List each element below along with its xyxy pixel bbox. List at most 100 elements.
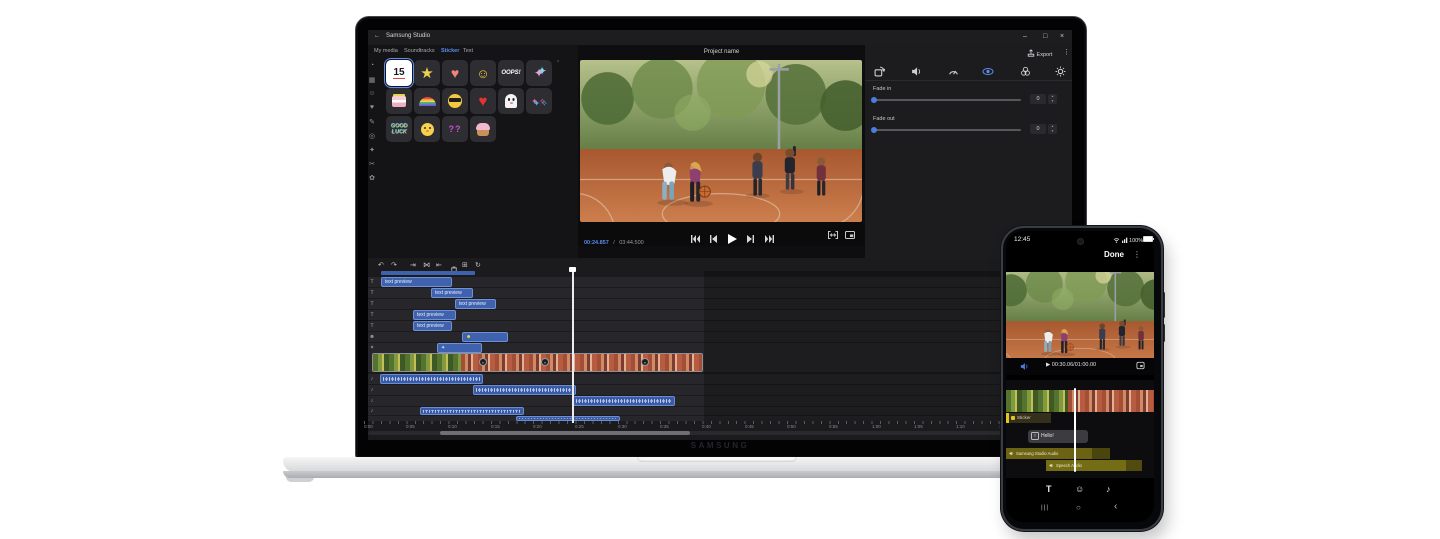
text-clip[interactable]: text preview [413, 321, 452, 331]
transition-icon[interactable]: ‹› [541, 358, 549, 366]
trim-right-icon[interactable]: ⇤ [436, 261, 442, 269]
transform-tool-icon[interactable] [872, 64, 886, 76]
project-name[interactable]: Project name [578, 49, 865, 55]
adjust-tool-icon[interactable] [1053, 64, 1067, 76]
category-shapes-icon[interactable]: ◎ [366, 132, 378, 140]
fade-in-slider-thumb[interactable] [871, 97, 877, 103]
audio-clip[interactable] [573, 396, 675, 406]
tab-sticker[interactable]: Sticker [441, 48, 459, 54]
trim-left-icon[interactable]: ⇥ [410, 261, 416, 269]
transition-icon[interactable]: ‹› [641, 358, 649, 366]
speed-tool-icon[interactable] [946, 64, 960, 76]
phone-audio-select-icon[interactable] [1020, 362, 1029, 371]
sticker-red-heart[interactable]: ♥ [470, 88, 496, 114]
sticker-ghost[interactable] [498, 88, 524, 114]
play-icon[interactable] [728, 234, 737, 244]
fade-tool-icon[interactable] [981, 64, 995, 76]
phone-sticker-clip[interactable]: Sticker [1006, 413, 1051, 423]
fade-out-stepper[interactable]: ▴▾ [1048, 124, 1057, 134]
split-icon[interactable]: ⋈ [423, 261, 430, 269]
sticker-rainbow[interactable] [414, 88, 440, 114]
playhead[interactable] [572, 271, 574, 423]
timeline-scrollbar-thumb[interactable] [440, 431, 690, 435]
back-arrow-icon[interactable]: ← [374, 33, 380, 39]
sticker-cool-face[interactable] [442, 88, 468, 114]
video-preview[interactable] [580, 60, 862, 222]
sticker-heart-face[interactable]: ♥ [442, 60, 468, 86]
video-clip-strip[interactable] [372, 353, 703, 372]
fit-to-width-icon[interactable] [828, 231, 838, 239]
phone-fullscreen-icon[interactable] [1136, 361, 1145, 370]
volume-tool-icon[interactable] [909, 64, 923, 76]
text-clip[interactable]: text preview [413, 310, 456, 320]
audio-clip[interactable] [473, 385, 576, 395]
nav-recents-icon[interactable]: ||| [1041, 504, 1049, 511]
step-forward-icon[interactable] [747, 235, 754, 243]
phone-audio-clip-1[interactable]: Samsung Studio Audio [1006, 448, 1110, 459]
undo-icon[interactable]: ↶ [378, 261, 384, 269]
category-decor-icon[interactable]: ✿ [366, 174, 378, 182]
fade-out-value[interactable]: 0 [1030, 124, 1046, 134]
minimize-button[interactable]: – [1023, 33, 1027, 40]
sticker-calendar-15[interactable]: 15 [386, 60, 412, 86]
phone-music-tool-icon[interactable]: ♪ [1106, 484, 1111, 494]
sticker-oops[interactable]: OOPS! [498, 60, 524, 86]
effect-clip[interactable]: ✦ [437, 343, 482, 353]
step-back-icon[interactable] [710, 235, 717, 243]
category-celebration-icon[interactable]: ✦ [366, 146, 378, 154]
sticker-cupcake[interactable] [470, 116, 496, 142]
phone-menu-icon[interactable]: ⋮ [1133, 250, 1141, 259]
category-smileys-icon[interactable]: ☺ [366, 90, 378, 97]
color-tool-icon[interactable] [1018, 64, 1032, 76]
category-doodles-icon[interactable]: ✎ [366, 118, 378, 126]
maximize-button[interactable]: □ [1043, 33, 1047, 40]
category-hearts-icon[interactable]: ♥ [366, 104, 378, 111]
close-button[interactable]: × [1060, 33, 1064, 40]
duplicate-icon[interactable]: ⊞ [462, 261, 468, 269]
category-calendar-icon[interactable]: ▦ [366, 76, 378, 84]
text-clip[interactable]: text preview [455, 299, 496, 309]
fade-in-value[interactable]: 0 [1030, 94, 1046, 104]
tab-text[interactable]: Text [463, 48, 473, 54]
transition-icon[interactable]: ‹› [479, 358, 487, 366]
phone-video-preview[interactable] [1006, 272, 1154, 358]
fade-out-slider[interactable] [873, 129, 1021, 131]
fullscreen-icon[interactable] [845, 231, 855, 239]
tab-my-media[interactable]: My media [374, 48, 398, 54]
phone-playhead[interactable] [1074, 388, 1076, 472]
nav-back-icon[interactable]: ‹ [1114, 501, 1117, 512]
audio-clip[interactable] [420, 407, 524, 415]
fade-in-stepper[interactable]: ▴▾ [1048, 94, 1057, 104]
category-cutouts-icon[interactable]: ✂ [366, 160, 378, 168]
skip-forward-icon[interactable] [765, 235, 774, 243]
rotate-icon[interactable]: ↻ [475, 261, 481, 269]
phone-video-strip[interactable] [1006, 390, 1154, 412]
redo-icon[interactable]: ↷ [391, 261, 397, 269]
fade-in-slider[interactable] [873, 99, 1021, 101]
sticker-star[interactable]: ★ [414, 60, 440, 86]
inspector-menu-icon[interactable]: ⋮ [1063, 48, 1070, 56]
phone-play-icon[interactable]: ▶ [1046, 362, 1050, 368]
text-clip[interactable]: text preview [431, 288, 473, 298]
phone-text-clip[interactable]: THello! [1028, 430, 1088, 443]
sticker-clip[interactable]: ☻ [462, 332, 508, 342]
phone-text-tool-icon[interactable]: T [1046, 484, 1052, 494]
playhead-handle[interactable] [569, 267, 576, 272]
phone-sticker-tool-icon[interactable]: ☺ [1075, 484, 1084, 494]
sticker-good-luck[interactable]: GOOD LUCK [386, 116, 412, 142]
sticker-scroll-up-icon[interactable]: ⌃ [556, 60, 560, 66]
skip-back-icon[interactable] [691, 235, 700, 243]
text-clip[interactable]: text preview [381, 277, 452, 287]
audio-clip[interactable] [380, 374, 483, 384]
sticker-party-popper[interactable]: ✦ [526, 60, 552, 86]
tab-soundtracks[interactable]: Soundtracks [404, 48, 435, 54]
phone-audio-clip-2[interactable]: Speech Audio [1046, 460, 1142, 471]
done-button[interactable]: Done [1104, 250, 1124, 259]
sticker-question-marks[interactable]: ?? [442, 116, 468, 142]
nav-home-icon[interactable]: ○ [1076, 503, 1081, 512]
sticker-zany-face[interactable]: ☺ [470, 60, 496, 86]
sticker-birthday-cake[interactable] [386, 88, 412, 114]
category-recent-icon[interactable]: ◔ [366, 62, 378, 69]
clipped-text-clip[interactable] [381, 271, 475, 275]
export-button[interactable]: Export [1027, 49, 1052, 58]
